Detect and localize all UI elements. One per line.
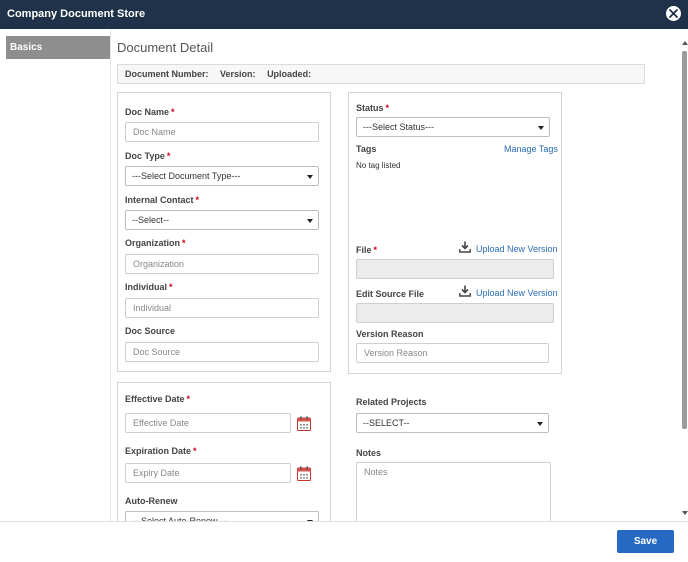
related-projects-select[interactable]: --SELECT--: [356, 413, 549, 433]
title-bar: Company Document Store: [0, 0, 688, 29]
footer-bar: Save: [0, 521, 688, 562]
version-reason-input[interactable]: Version Reason: [356, 343, 549, 363]
chevron-down-icon: [537, 422, 543, 426]
effective-date-label: Effective Date *: [125, 394, 191, 404]
download-icon[interactable]: [459, 241, 471, 253]
scrollbar[interactable]: [681, 36, 688, 520]
individual-label: Individual *: [125, 282, 173, 292]
uploaded-label: Uploaded:: [267, 69, 312, 79]
doc-source-input[interactable]: Doc Source: [125, 342, 319, 362]
edit-source-file-field: [356, 303, 554, 323]
chevron-down-icon: [307, 175, 313, 179]
window-title: Company Document Store: [7, 8, 146, 20]
internal-contact-value: --Select--: [132, 215, 170, 225]
download-icon[interactable]: [459, 285, 471, 297]
chevron-down-icon: [538, 126, 544, 130]
edit-source-file-label: Edit Source File: [356, 289, 425, 299]
close-icon[interactable]: [666, 6, 681, 21]
file-label: File *: [356, 245, 378, 255]
calendar-icon[interactable]: [297, 416, 311, 431]
edit-source-upload-link[interactable]: Upload New Version: [476, 288, 558, 298]
status-value: ---Select Status---: [363, 122, 435, 132]
sidebar-item-basics[interactable]: Basics: [6, 36, 110, 59]
version-label: Version:: [220, 69, 256, 79]
status-select[interactable]: ---Select Status---: [356, 117, 550, 137]
version-reason-label: Version Reason: [356, 329, 424, 339]
scroll-up-icon[interactable]: [682, 41, 688, 45]
file-upload-link[interactable]: Upload New Version: [476, 244, 558, 254]
chevron-down-icon: [307, 219, 313, 223]
scroll-down-icon[interactable]: [682, 511, 688, 515]
calendar-icon[interactable]: [297, 466, 311, 481]
document-info-bar: Document Number: Version: Uploaded:: [117, 64, 645, 84]
internal-contact-label: Internal Contact *: [125, 195, 200, 205]
sidebar: Basics: [0, 29, 111, 521]
tags-label: Tags: [356, 144, 377, 154]
effective-date-input[interactable]: Effective Date: [125, 413, 291, 433]
tags-empty-text: No tag listed: [356, 161, 401, 170]
doc-name-input[interactable]: Doc Name: [125, 122, 319, 142]
doc-type-value: ---Select Document Type---: [132, 171, 241, 181]
page-title: Document Detail: [117, 40, 214, 55]
auto-renew-label: Auto-Renew: [125, 496, 178, 506]
doc-type-select[interactable]: ---Select Document Type---: [125, 166, 319, 186]
doc-source-label: Doc Source: [125, 326, 176, 336]
individual-input[interactable]: Individual: [125, 298, 319, 318]
status-label: Status *: [356, 103, 390, 113]
expiration-date-label: Expiration Date *: [125, 446, 197, 456]
doc-type-label: Doc Type *: [125, 151, 171, 161]
internal-contact-select[interactable]: --Select--: [125, 210, 319, 230]
related-projects-value: --SELECT--: [363, 418, 410, 428]
scrollbar-thumb[interactable]: [682, 51, 687, 429]
organization-input[interactable]: Organization: [125, 254, 319, 274]
organization-label: Organization *: [125, 238, 186, 248]
save-button[interactable]: Save: [617, 530, 674, 553]
doc-number-label: Document Number:: [125, 69, 209, 79]
expiration-date-input[interactable]: Expiry Date: [125, 463, 291, 483]
manage-tags-link[interactable]: Manage Tags: [504, 144, 558, 154]
doc-name-label: Doc Name *: [125, 107, 175, 117]
related-projects-label: Related Projects: [356, 397, 427, 407]
notes-label: Notes: [356, 448, 382, 458]
file-field: [356, 259, 554, 279]
